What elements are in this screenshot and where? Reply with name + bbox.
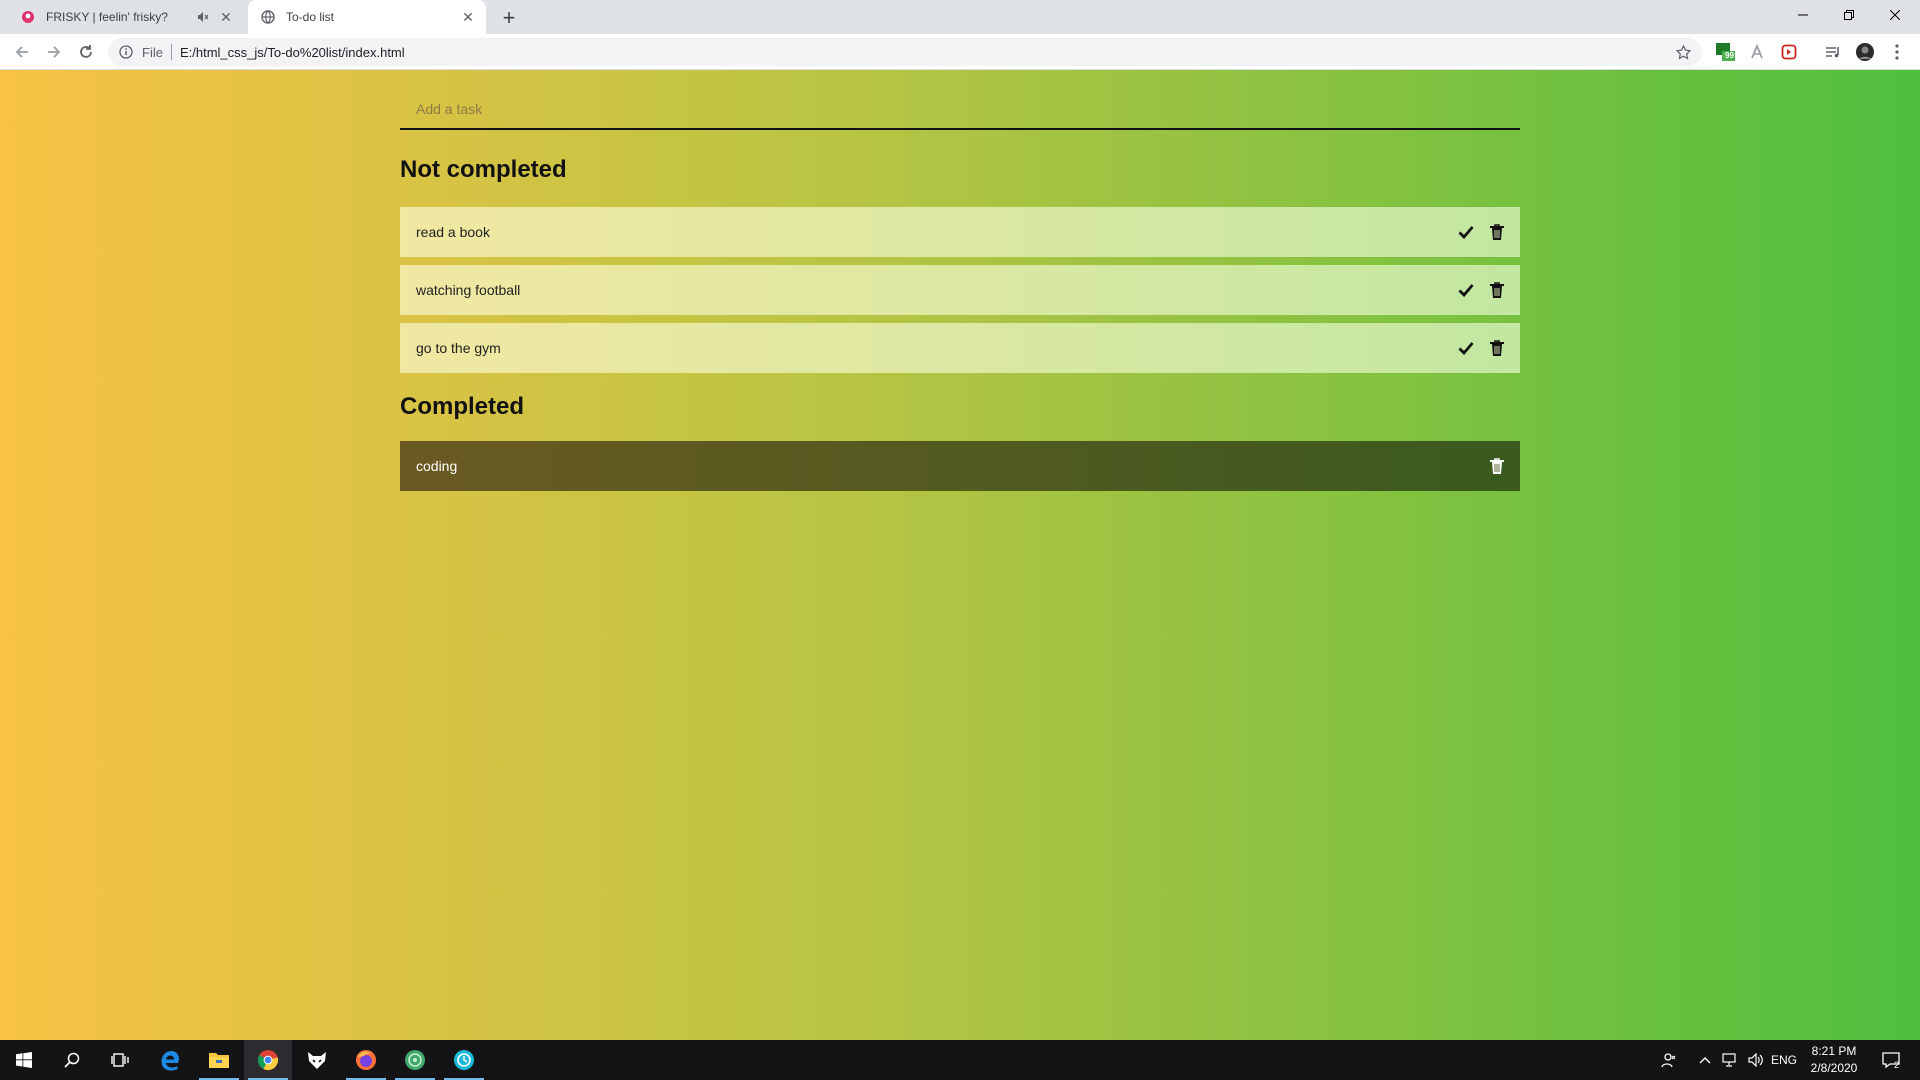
extension-green-icon[interactable]: 99 <box>1714 41 1736 63</box>
clock-time: 8:21 PM <box>1811 1044 1857 1058</box>
close-window-icon[interactable] <box>1872 0 1918 30</box>
notification-center-icon[interactable]: 2 <box>1876 1040 1906 1080</box>
tab-audio-icon[interactable] <box>194 8 212 26</box>
bookmark-star-icon[interactable] <box>1674 43 1692 61</box>
globe-icon <box>260 9 276 25</box>
windows-start-icon[interactable] <box>0 1040 48 1080</box>
firefox-icon[interactable] <box>342 1040 390 1080</box>
volume-icon[interactable] <box>1744 1040 1768 1080</box>
new-tab-button[interactable]: + <box>498 5 520 30</box>
windows-taskbar: ENG 8:21 PM 2/8/2020 2 <box>0 1040 1920 1080</box>
cyan-app-icon[interactable] <box>440 1040 488 1080</box>
check-icon[interactable] <box>1455 279 1477 301</box>
media-queue-icon[interactable] <box>1822 41 1844 63</box>
tab-todo-list[interactable]: To-do list ✕ <box>248 0 486 34</box>
minimize-icon[interactable] <box>1780 0 1826 30</box>
forward-icon[interactable] <box>42 40 66 64</box>
file-explorer-icon[interactable] <box>195 1040 243 1080</box>
menu-kebab-icon[interactable] <box>1886 41 1908 63</box>
task-item: watching football <box>400 265 1520 315</box>
green-app-icon[interactable] <box>391 1040 439 1080</box>
close-tab-icon[interactable]: ✕ <box>458 7 478 27</box>
close-tab-icon[interactable]: ✕ <box>216 7 236 27</box>
completed-task-item: coding <box>400 441 1520 491</box>
chrome-icon[interactable] <box>244 1040 292 1080</box>
pdf-extension-icon[interactable] <box>1746 41 1768 63</box>
task-text: read a book <box>416 224 490 240</box>
task-item: go to the gym <box>400 323 1520 373</box>
reload-icon[interactable] <box>74 40 98 64</box>
task-item: read a book <box>400 207 1520 257</box>
restore-icon[interactable] <box>1826 0 1872 30</box>
trash-icon[interactable] <box>1486 337 1508 359</box>
extension-badge: 99 <box>1725 51 1734 60</box>
task-text: watching football <box>416 282 521 298</box>
fox-app-icon[interactable] <box>293 1040 341 1080</box>
edge-browser-icon[interactable] <box>146 1040 194 1080</box>
tab-title: FRISKY | feelin' frisky? <box>46 10 168 24</box>
completed-heading: Completed <box>400 393 525 420</box>
red-extension-icon[interactable] <box>1778 41 1800 63</box>
tab-title: To-do list <box>286 10 335 24</box>
task-view-icon[interactable] <box>96 1040 144 1080</box>
not-completed-heading: Not completed <box>400 156 567 183</box>
browser-tab-strip: FRISKY | feelin' frisky? ✕ To-do list ✕ … <box>0 0 1920 34</box>
task-text: go to the gym <box>416 340 501 356</box>
check-icon[interactable] <box>1455 221 1477 243</box>
url-scheme: File <box>142 44 163 60</box>
url-separator <box>170 44 172 60</box>
clock-date: 2/8/2020 <box>1810 1061 1858 1075</box>
address-bar[interactable]: File E:/html_css_js/To-do%20list/index.h… <box>108 38 1702 66</box>
info-icon[interactable] <box>118 44 134 60</box>
network-icon[interactable] <box>1718 1040 1742 1080</box>
task-text: coding <box>416 458 458 474</box>
trash-icon[interactable] <box>1486 279 1508 301</box>
notification-count: 2 <box>1894 1060 1900 1070</box>
tab-frisky[interactable]: FRISKY | feelin' frisky? ✕ <box>8 0 244 34</box>
chevron-up-icon[interactable] <box>1694 1040 1716 1080</box>
browser-toolbar: File E:/html_css_js/To-do%20list/index.h… <box>0 34 1920 70</box>
frisky-favicon-icon <box>20 9 36 25</box>
url-text: E:/html_css_js/To-do%20list/index.html <box>179 44 405 60</box>
check-icon[interactable] <box>1455 337 1477 359</box>
profile-avatar-icon[interactable] <box>1854 41 1876 63</box>
trash-icon[interactable] <box>1486 455 1508 477</box>
clock[interactable]: 8:21 PM 2/8/2020 <box>1800 1043 1868 1077</box>
people-icon[interactable] <box>1654 1040 1684 1080</box>
trash-icon[interactable] <box>1486 221 1508 243</box>
language-indicator[interactable]: ENG <box>1770 1040 1798 1080</box>
search-icon[interactable] <box>48 1040 96 1080</box>
todo-page: Not completed read a book watching footb… <box>0 70 1920 1040</box>
back-icon[interactable] <box>10 40 34 64</box>
add-task-input[interactable] <box>400 90 1520 130</box>
